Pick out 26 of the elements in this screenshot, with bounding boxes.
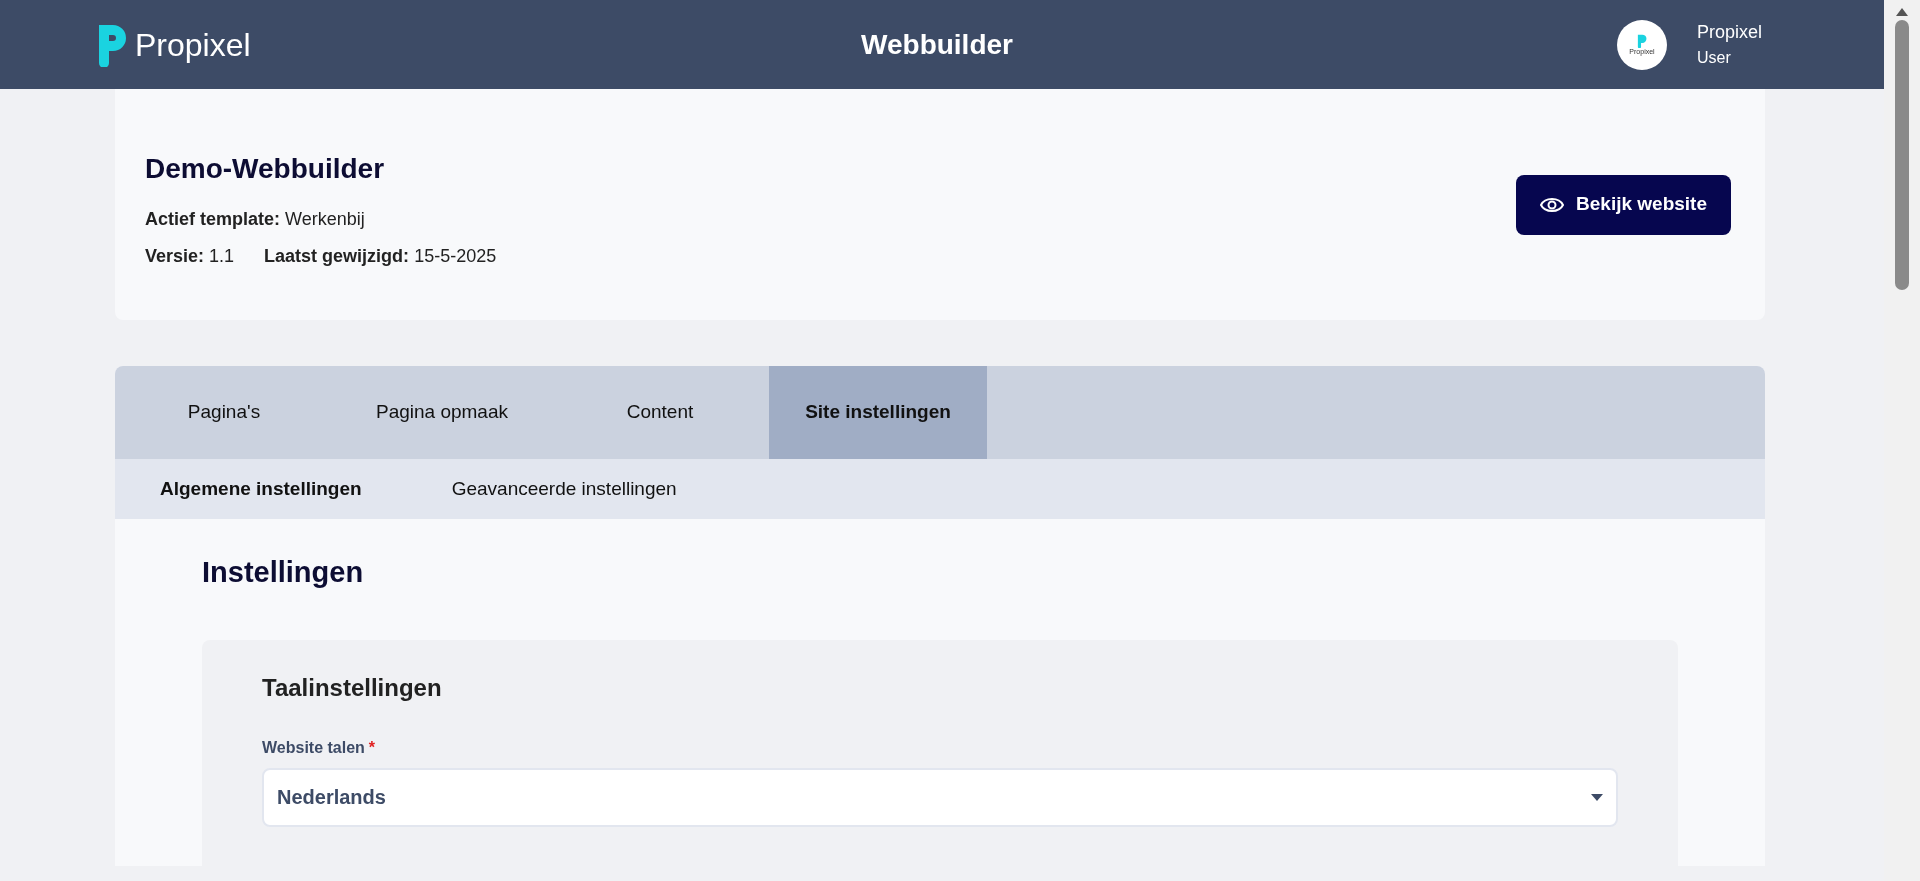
tab[interactable]: Pagina opmaak	[333, 366, 551, 459]
project-info: Laatst gewijzigd: 15-5-2025	[264, 244, 497, 268]
tab[interactable]: Pagina's	[115, 366, 333, 459]
eye-icon	[1540, 195, 1565, 214]
project-info: Versie: 1.1	[145, 244, 235, 268]
caret-icon	[1591, 793, 1603, 801]
project-info: Actief template: Werkenbij	[145, 207, 365, 231]
subtab[interactable]: Algemene instellingen	[160, 474, 362, 504]
subtab[interactable]: Geavanceerde instellingen	[451, 474, 677, 504]
project-title: Demo-Webbuilder	[145, 151, 386, 186]
required-mark: *	[368, 737, 376, 758]
view-website-button[interactable]: Bekijk website	[1516, 174, 1731, 235]
logo-icon	[97, 22, 127, 67]
section-title: Instellingen	[202, 555, 365, 590]
logo-icon	[1637, 34, 1647, 48]
tab[interactable]: Content	[551, 366, 769, 459]
user-role: User	[1697, 48, 1732, 68]
field-label: Website talen	[262, 737, 365, 758]
tab[interactable]: Site instellingen	[769, 366, 987, 459]
app-title: Webbuilder	[861, 27, 1013, 62]
user-name: Propixel	[1697, 21, 1764, 44]
scroll-up-icon	[1896, 8, 1908, 16]
card-title: Taalinstellingen	[262, 672, 443, 703]
language-select[interactable]: Nederlands	[262, 767, 1618, 827]
scrollbar-thumb[interactable]	[1895, 20, 1909, 290]
logo-text: Propixel	[135, 25, 251, 65]
